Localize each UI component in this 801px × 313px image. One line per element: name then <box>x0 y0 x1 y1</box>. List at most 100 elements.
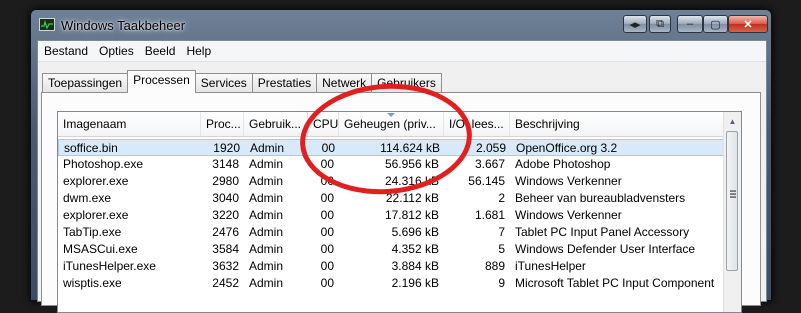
minimize-button[interactable]: – <box>677 15 703 33</box>
cell-memory: 17.812 kB <box>384 208 439 222</box>
cell-io-read: 2.059 <box>475 141 506 155</box>
tab-gebruikers[interactable]: Gebruikers <box>371 73 442 93</box>
cell-user: Admin <box>249 191 284 205</box>
sort-descending-icon <box>387 113 395 117</box>
cell-cpu: 00 <box>320 174 334 188</box>
tab-prestaties[interactable]: Prestaties <box>251 73 318 93</box>
scrollbar-thumb[interactable]: ▬ ▬ ▬ <box>726 131 738 271</box>
maximize-button[interactable]: ▢ <box>703 15 728 33</box>
cell-user: Admin <box>249 259 284 273</box>
scrollbar-grip-icon: ▬ ▬ ▬ <box>730 188 736 200</box>
cell-io-read: 889 <box>484 259 505 273</box>
cell-user: Admin <box>250 141 285 155</box>
cell-pid: 2452 <box>212 276 239 290</box>
cell-memory: 4.352 kB <box>391 242 439 256</box>
cell-cpu: 00 <box>321 141 335 155</box>
window-client-area: Bestand Opties Beeld Help Toepassingen P… <box>37 40 767 313</box>
table-row[interactable]: MSASCui.exe 3584 Admin 00 4.352 kB 5 Windows D… <box>58 241 724 258</box>
tab-services[interactable]: Services <box>194 73 253 93</box>
cell-description: OpenOffice.org 3.2 <box>516 141 618 155</box>
cell-io-read: 3.667 <box>474 157 505 171</box>
cell-pid: 3584 <box>212 242 239 256</box>
title-bar[interactable]: Windows Taakbeheer ◂▸ ⧉ – ▢ ✕ <box>31 10 771 40</box>
column-memory[interactable]: Geheugen (priv... <box>339 112 444 136</box>
cell-description: Windows Verkenner <box>515 208 622 222</box>
column-io-read[interactable]: I/O: lees... <box>444 112 510 136</box>
processes-panel: Imagenaam Proc... Gebruik... CPU Geheuge… <box>41 92 761 313</box>
cell-memory: 24.316 kB <box>384 174 439 188</box>
task-manager-window: Windows Taakbeheer ◂▸ ⧉ – ▢ ✕ Bestand Op… <box>30 9 772 313</box>
cell-cpu: 00 <box>320 276 334 290</box>
cell-image-name: explorer.exe <box>63 208 129 222</box>
table-row[interactable]: wisptis.exe 2452 Admin 00 2.196 kB 9 Microsoft… <box>58 275 724 292</box>
column-description[interactable]: Beschrijving <box>510 112 724 136</box>
tab-netwerk[interactable]: Netwerk <box>316 73 373 93</box>
cell-cpu: 00 <box>320 225 334 239</box>
cell-cpu: 00 <box>320 157 334 171</box>
flip-icon[interactable]: ◂▸ <box>623 15 647 33</box>
cell-memory: 22.112 kB <box>385 191 439 205</box>
cell-memory: 3.884 kB <box>391 259 439 273</box>
cell-image-name: dwm.exe <box>63 191 112 205</box>
table-row[interactable]: Photoshop.exe 3148 Admin 00 56.956 kB 3.667 Ad… <box>58 156 724 173</box>
cell-description: Tablet PC Input Panel Accessory <box>515 225 690 239</box>
cell-memory: 114.624 kB <box>380 141 440 155</box>
cell-cpu: 00 <box>320 208 334 222</box>
cell-pid: 3148 <box>212 157 239 171</box>
close-button[interactable]: ✕ <box>728 15 768 33</box>
cell-memory: 56.956 kB <box>384 157 439 171</box>
cell-io-read: 7 <box>498 225 505 239</box>
cell-io-read: 1.681 <box>474 208 505 222</box>
cell-io-read: 9 <box>498 276 505 290</box>
table-row[interactable]: iTunesHelper.exe 3632 Admin 00 3.884 kB 889 iT… <box>58 258 724 275</box>
window-title: Windows Taakbeheer <box>61 18 186 33</box>
cell-description: Adobe Photoshop <box>515 157 611 171</box>
cell-image-name: TabTip.exe <box>63 225 122 239</box>
cell-image-name: soffice.bin <box>64 141 118 155</box>
cell-user: Admin <box>249 276 284 290</box>
cell-io-read: 56.145 <box>468 174 505 188</box>
cell-description: iTunesHelper <box>515 259 586 273</box>
cell-description: Microsoft Tablet PC Input Component <box>515 276 715 290</box>
vertical-scrollbar[interactable]: ▲ ▬ ▬ ▬ <box>723 112 741 312</box>
menu-beeld[interactable]: Beeld <box>140 44 181 58</box>
cell-description: Windows Verkenner <box>515 174 622 188</box>
cell-cpu: 00 <box>320 191 334 205</box>
cell-io-read: 2 <box>498 191 505 205</box>
tab-strip: Toepassingen Processen Services Prestati… <box>42 70 442 93</box>
column-user[interactable]: Gebruik... <box>244 112 308 136</box>
cell-user: Admin <box>249 174 284 188</box>
table-row[interactable]: dwm.exe 3040 Admin 00 22.112 kB 2 Beheer van b… <box>58 190 724 207</box>
table-row[interactable]: TabTip.exe 2476 Admin 00 5.696 kB 7 Tablet PC … <box>58 224 724 241</box>
cell-user: Admin <box>249 157 284 171</box>
column-image-name[interactable]: Imagenaam <box>58 112 201 136</box>
cell-description: Windows Defender User Interface <box>515 242 696 256</box>
table-row[interactable]: explorer.exe 2980 Admin 00 24.316 kB 56.145 Wi… <box>58 173 724 190</box>
menu-help[interactable]: Help <box>181 44 216 58</box>
column-pid[interactable]: Proc... <box>201 112 244 136</box>
cell-user: Admin <box>249 242 284 256</box>
menu-opties[interactable]: Opties <box>94 44 139 58</box>
column-header-row: Imagenaam Proc... Gebruik... CPU Geheuge… <box>58 112 724 137</box>
menu-bestand[interactable]: Bestand <box>39 44 93 58</box>
cell-pid: 2980 <box>212 174 239 188</box>
column-cpu[interactable]: CPU <box>308 112 339 136</box>
menu-bar: Bestand Opties Beeld Help <box>38 41 766 62</box>
cell-cpu: 00 <box>320 242 334 256</box>
cell-image-name: explorer.exe <box>63 174 129 188</box>
cell-user: Admin <box>249 225 284 239</box>
scroll-up-arrow-icon[interactable]: ▲ <box>726 114 739 129</box>
switch-window-icon[interactable]: ⧉ <box>649 15 671 33</box>
table-row[interactable]: soffice.bin 1920 Admin 00 114.624 kB 2.059 Ope… <box>58 139 724 156</box>
table-row[interactable]: explorer.exe 3220 Admin 00 17.812 kB 1.681 Win… <box>58 207 724 224</box>
cell-image-name: Photoshop.exe <box>63 157 144 171</box>
column-memory-label: Geheugen (priv... <box>344 117 436 131</box>
cell-image-name: MSASCui.exe <box>63 242 138 256</box>
task-manager-icon <box>39 18 55 31</box>
cell-pid: 2476 <box>212 225 239 239</box>
cell-pid: 3632 <box>212 259 239 273</box>
cell-memory: 5.696 kB <box>391 225 439 239</box>
cell-io-read: 5 <box>498 242 505 256</box>
tab-toepassingen[interactable]: Toepassingen <box>42 73 129 93</box>
tab-processen[interactable]: Processen <box>127 70 196 93</box>
